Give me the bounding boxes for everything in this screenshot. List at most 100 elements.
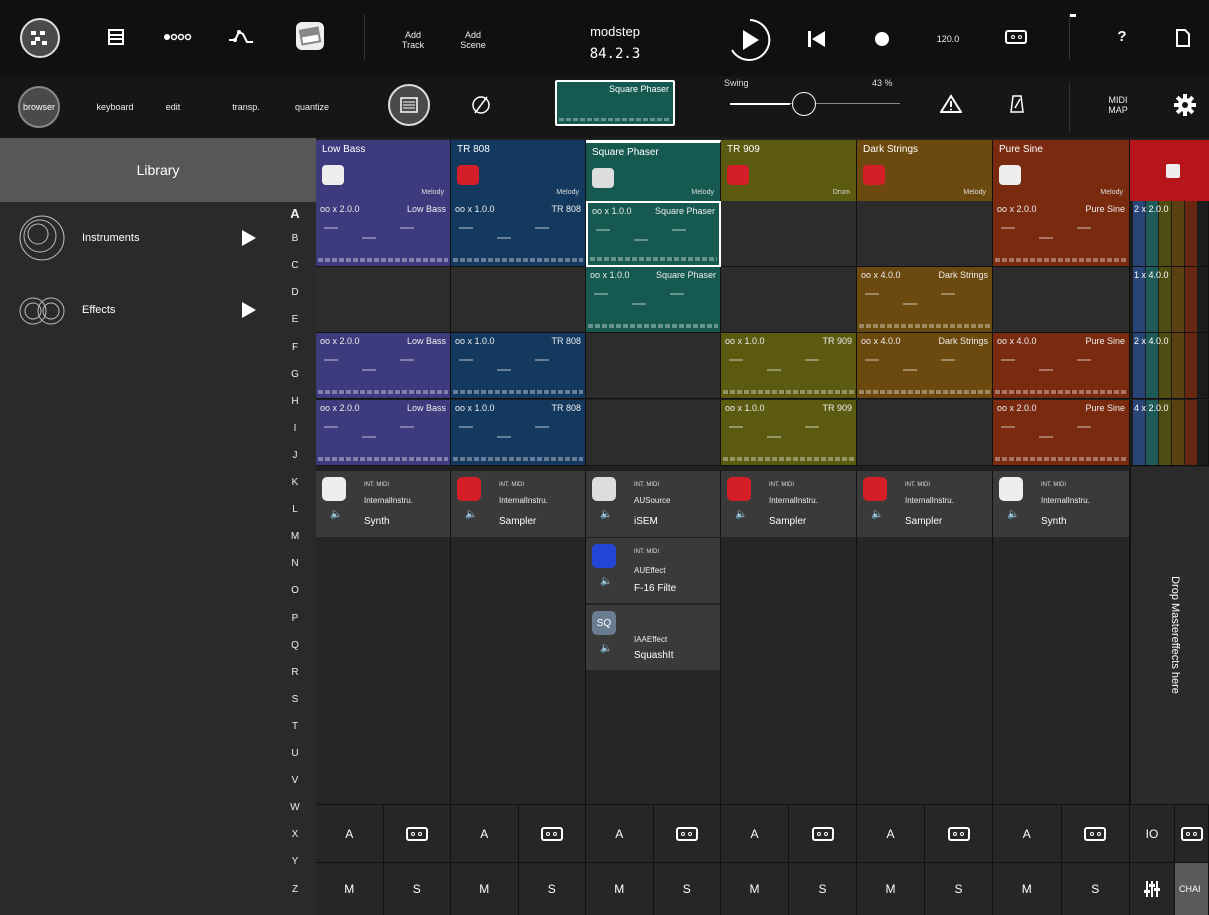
- library-item-instruments[interactable]: Instruments: [0, 208, 270, 268]
- alphabet-letter[interactable]: I: [284, 423, 306, 434]
- speaker-icon[interactable]: 🔈: [465, 509, 477, 520]
- edit-tab[interactable]: edit: [158, 102, 188, 112]
- current-clip-preview[interactable]: Square Phaser: [555, 80, 675, 126]
- clip-slot[interactable]: oo x 1.0.0 TR 808: [451, 400, 586, 466]
- master-stop-header[interactable]: [1130, 140, 1209, 201]
- clip-slot[interactable]: oo x 1.0.0 TR 909: [721, 333, 857, 399]
- quantize-tab[interactable]: quantize: [290, 102, 334, 112]
- mute-clip-button[interactable]: [470, 94, 492, 116]
- clip-slot[interactable]: oo x 1.0.0 Square Phaser: [586, 267, 721, 333]
- record-arm-tape-button[interactable]: [789, 804, 857, 862]
- alphabet-letter[interactable]: F: [284, 342, 306, 353]
- alphabet-letter[interactable]: J: [284, 450, 306, 461]
- track-header[interactable]: Pure Sine Melody: [993, 140, 1130, 201]
- alphabet-letter[interactable]: G: [284, 369, 306, 380]
- effect-chain-area[interactable]: [993, 537, 1130, 804]
- alphabet-letter[interactable]: P: [284, 613, 306, 624]
- expand-arrow-icon[interactable]: [242, 230, 256, 246]
- alphabet-letter[interactable]: X: [284, 829, 306, 840]
- record-arm-tape-button[interactable]: [925, 804, 993, 862]
- track-header[interactable]: Square Phaser Melody: [586, 140, 721, 201]
- empty-clip-slot[interactable]: [857, 400, 993, 466]
- alphabet-letter[interactable]: C: [284, 260, 306, 271]
- add-track-button[interactable]: Add Track: [395, 30, 431, 50]
- alphabet-letter[interactable]: Q: [284, 640, 306, 651]
- speaker-icon[interactable]: 🔈: [330, 509, 342, 520]
- mute-button[interactable]: M: [586, 862, 654, 915]
- solo-button[interactable]: S: [1061, 862, 1130, 915]
- mute-button[interactable]: M: [721, 862, 789, 915]
- master-effects-dropzone[interactable]: Drop Mastereffects here: [1130, 467, 1209, 804]
- speaker-icon[interactable]: 🔈: [600, 643, 612, 654]
- solo-button[interactable]: S: [925, 862, 993, 915]
- empty-clip-slot[interactable]: [586, 400, 721, 466]
- mode-menu-button[interactable]: [20, 18, 60, 58]
- mute-button[interactable]: M: [993, 862, 1062, 915]
- effect-chain-area[interactable]: [316, 537, 451, 804]
- instrument-editor-button[interactable]: [296, 22, 324, 50]
- solo-button[interactable]: S: [789, 862, 857, 915]
- alphabet-letter[interactable]: U: [284, 748, 306, 759]
- automation-button[interactable]: [226, 24, 256, 48]
- mute-button[interactable]: M: [451, 862, 519, 915]
- alphabet-letter[interactable]: M: [284, 531, 306, 542]
- effect-chain-area[interactable]: [721, 537, 857, 804]
- clip-slot[interactable]: oo x 4.0.0 Pure Sine: [993, 333, 1130, 399]
- clip-slot[interactable]: oo x 1.0.0 Square Phaser: [586, 201, 721, 267]
- clip-slot[interactable]: oo x 1.0.0 TR 808: [451, 201, 586, 267]
- record-button[interactable]: [875, 32, 889, 46]
- alphabet-letter[interactable]: B: [284, 233, 306, 244]
- clip-slot[interactable]: oo x 1.0.0 TR 909: [721, 400, 857, 466]
- track-header[interactable]: TR 909 Drum: [721, 140, 857, 201]
- empty-clip-slot[interactable]: [721, 267, 857, 333]
- mixer-sliders-button[interactable]: [1130, 862, 1175, 915]
- step-view-button[interactable]: [162, 28, 194, 46]
- empty-clip-slot[interactable]: [316, 267, 451, 333]
- chain-button[interactable]: CHAI: [1175, 862, 1209, 915]
- clip-slot[interactable]: oo x 2.0.0 Pure Sine: [993, 201, 1130, 267]
- effect-chain-area[interactable]: [857, 537, 993, 804]
- master-scene-clip[interactable]: 2 x 4.0.0: [1130, 333, 1209, 399]
- track-header[interactable]: Dark Strings Melody: [857, 140, 993, 201]
- alphabet-letter[interactable]: A: [284, 206, 306, 221]
- master-scene-clip[interactable]: 4 x 2.0.0: [1130, 400, 1209, 466]
- keyboard-tab[interactable]: keyboard: [90, 102, 140, 112]
- alphabet-letter[interactable]: K: [284, 477, 306, 488]
- library-item-effects[interactable]: Effects: [0, 280, 270, 340]
- alphabet-letter[interactable]: Y: [284, 856, 306, 867]
- master-tape-button[interactable]: [1175, 804, 1209, 862]
- alphabet-letter[interactable]: Z: [284, 884, 306, 895]
- list-view-button[interactable]: [105, 26, 127, 48]
- alphabet-letter[interactable]: W: [284, 802, 306, 813]
- record-arm-tape-button[interactable]: [383, 804, 451, 862]
- empty-clip-slot[interactable]: [993, 267, 1130, 333]
- speaker-icon[interactable]: 🔈: [600, 509, 612, 520]
- speaker-icon[interactable]: 🔈: [1007, 509, 1019, 520]
- add-scene-button[interactable]: Add Scene: [455, 30, 491, 50]
- alphabet-letter[interactable]: D: [284, 287, 306, 298]
- clip-slot[interactable]: oo x 1.0.0 TR 808: [451, 333, 586, 399]
- solo-button[interactable]: S: [653, 862, 721, 915]
- arm-button[interactable]: A: [586, 804, 654, 862]
- alphabet-letter[interactable]: E: [284, 314, 306, 325]
- tape-button[interactable]: [1005, 30, 1027, 44]
- solo-button[interactable]: S: [383, 862, 451, 915]
- alphabet-letter[interactable]: V: [284, 775, 306, 786]
- track-header[interactable]: TR 808 Melody: [451, 140, 586, 201]
- empty-clip-slot[interactable]: [586, 333, 721, 399]
- clip-slot[interactable]: oo x 4.0.0 Dark Strings: [857, 267, 993, 333]
- master-scene-clip[interactable]: 1 x 4.0.0: [1130, 267, 1209, 333]
- empty-clip-slot[interactable]: [721, 201, 857, 267]
- master-scene-clip[interactable]: 2 x 2.0.0: [1130, 201, 1209, 267]
- empty-clip-slot[interactable]: [451, 267, 586, 333]
- midi-map-button[interactable]: MIDI MAP: [1103, 95, 1133, 115]
- help-button[interactable]: ?: [1112, 28, 1132, 45]
- speaker-icon[interactable]: 🔈: [871, 509, 883, 520]
- mute-button[interactable]: M: [316, 862, 384, 915]
- instrument-slot[interactable]: INT. MIDI InternalInstru. 🔈 Synth: [993, 471, 1130, 537]
- speaker-icon[interactable]: 🔈: [735, 509, 747, 520]
- record-arm-tape-button[interactable]: [518, 804, 586, 862]
- alphabet-letter[interactable]: L: [284, 504, 306, 515]
- mixer-button[interactable]: [388, 84, 430, 126]
- clip-slot[interactable]: oo x 2.0.0 Low Bass: [316, 400, 451, 466]
